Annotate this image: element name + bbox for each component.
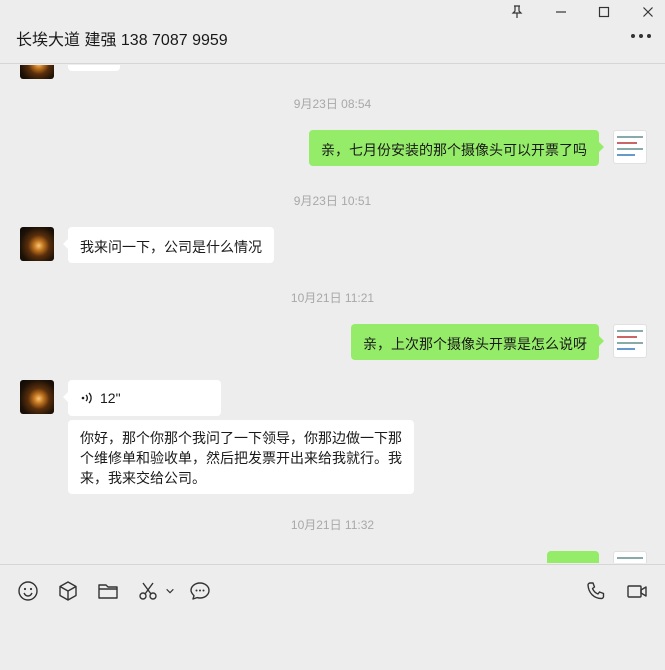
message-bubble-self[interactable] xyxy=(547,551,599,563)
voice-duration: 12" xyxy=(100,390,121,406)
message-bubble-contact[interactable]: 你好，那个你那个我问了一下领导，你那边做一下那个维修单和验收单，然后把发票开出来… xyxy=(68,420,414,494)
maximize-icon[interactable] xyxy=(593,4,615,20)
timestamp: 10月21日 11:21 xyxy=(290,291,375,305)
previous-message-bubble[interactable] xyxy=(68,65,120,71)
message-bubble-contact[interactable]: 我来问一下，公司是什么情况 xyxy=(63,227,274,263)
chat-title: 长埃大道 建强 138 7087 9959 xyxy=(16,32,228,49)
input-toolbar xyxy=(0,564,665,670)
voice-message-bubble[interactable]: 12" xyxy=(63,380,221,416)
emoji-icon[interactable] xyxy=(16,579,40,603)
close-icon[interactable] xyxy=(637,4,659,20)
self-avatar[interactable] xyxy=(613,130,647,164)
self-avatar[interactable] xyxy=(613,551,647,563)
more-options-icon[interactable] xyxy=(631,34,651,38)
chat-bubble-icon[interactable] xyxy=(188,579,212,603)
box-icon[interactable] xyxy=(56,579,80,603)
timestamp: 9月23日 10:51 xyxy=(293,194,372,208)
scissors-icon[interactable] xyxy=(136,579,160,603)
folder-icon[interactable] xyxy=(96,579,120,603)
contact-avatar[interactable] xyxy=(20,65,54,79)
chat-area[interactable]: 9月23日 08:54 亲，七月份安装的那个摄像头可以开票了吗 9月23日 10… xyxy=(0,65,665,563)
message-bubble-self[interactable]: 亲，上次那个摄像头开票是怎么说呀 xyxy=(351,324,604,360)
chevron-down-icon[interactable] xyxy=(162,579,178,603)
pin-icon[interactable] xyxy=(506,4,528,20)
timestamp: 9月23日 08:54 xyxy=(293,97,372,111)
timestamp: 10月21日 11:32 xyxy=(290,518,375,532)
contact-avatar[interactable] xyxy=(20,227,54,261)
minimize-icon[interactable] xyxy=(550,4,572,20)
video-icon[interactable] xyxy=(625,579,649,603)
self-avatar[interactable] xyxy=(613,324,647,358)
message-bubble-self[interactable]: 亲，七月份安装的那个摄像头可以开票了吗 xyxy=(309,130,604,166)
title-bar: 长埃大道 建强 138 7087 9959 xyxy=(0,0,665,64)
voice-wave-icon xyxy=(81,392,92,404)
contact-avatar[interactable] xyxy=(20,380,54,414)
phone-icon[interactable] xyxy=(584,579,608,603)
